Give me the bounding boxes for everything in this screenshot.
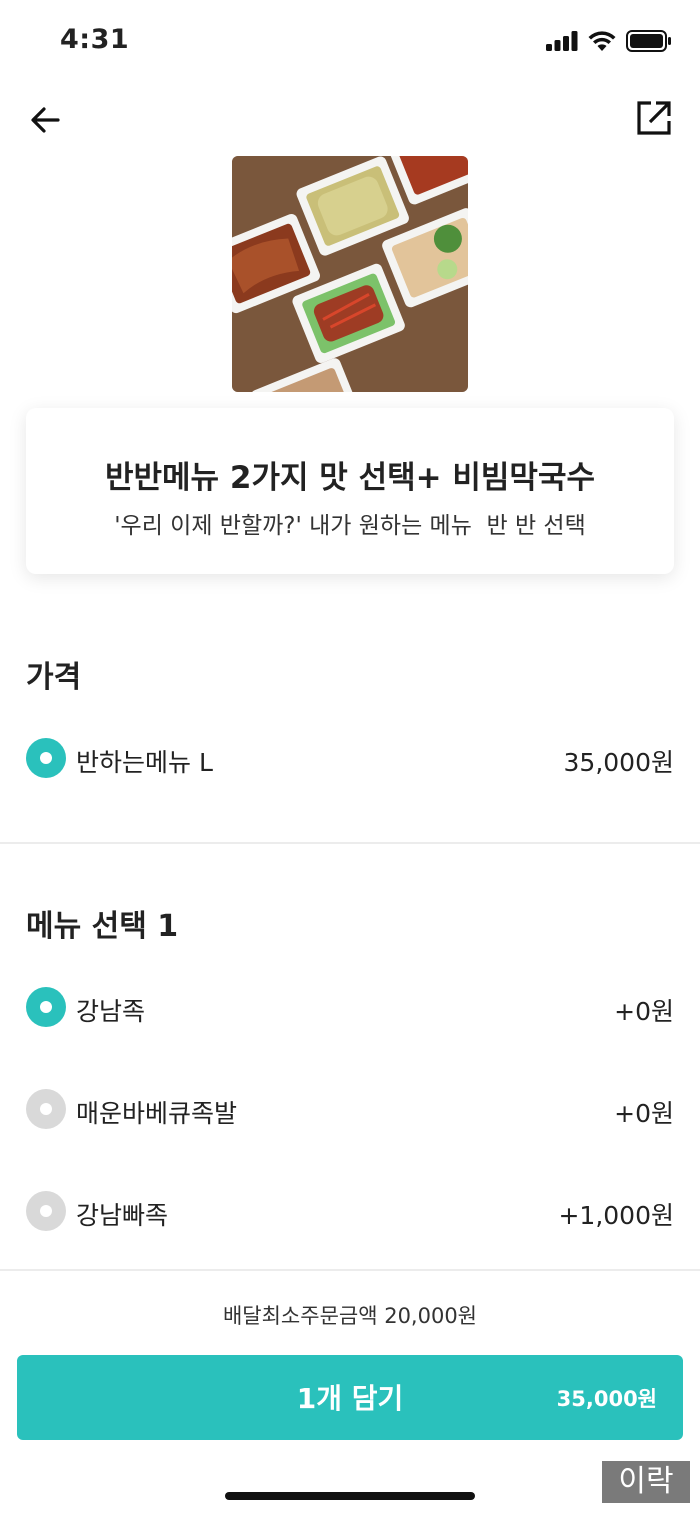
status-icons: [546, 30, 672, 52]
product-info-card: 반반메뉴 2가지 맛 선택+ 비빔막국수 '우리 이제 반할까?' 내가 원하는…: [26, 408, 674, 574]
product-title: 반반메뉴 2가지 맛 선택+ 비빔막국수: [105, 460, 595, 496]
wifi-icon: [588, 31, 616, 51]
menu-section-title: 메뉴 선택 1: [26, 909, 179, 944]
price-option-row[interactable]: 반하는메뉴 L 35,000원: [26, 737, 674, 781]
menu-option-row[interactable]: 강남빠족 +1,000원: [26, 1190, 674, 1234]
option-price: +1,000원: [558, 1201, 674, 1230]
cart-button-total: 35,000원: [556, 1387, 657, 1411]
price-section-title: 가격: [26, 660, 82, 695]
nav-bar: [0, 84, 700, 154]
radio-unselected-icon[interactable]: [26, 1191, 66, 1231]
share-external-icon: [637, 101, 671, 135]
radio-selected-icon[interactable]: [26, 987, 66, 1027]
option-label: 강남족: [76, 997, 146, 1026]
option-label: 강남빠족: [76, 1201, 169, 1230]
radio-unselected-icon[interactable]: [26, 1089, 66, 1129]
product-description: '우리 이제 반할까?' 내가 원하는 메뉴 반 반 선택: [114, 513, 586, 539]
back-button[interactable]: [26, 100, 66, 140]
product-image: [232, 156, 468, 392]
home-indicator: [225, 1492, 475, 1500]
option-price: 35,000원: [563, 748, 674, 777]
arrow-left-icon: [31, 107, 60, 133]
min-order-notice: 배달최소주문금액 20,000원: [222, 1304, 478, 1328]
option-price: +0원: [614, 1099, 674, 1128]
menu-option-row[interactable]: 강남족 +0원: [26, 986, 674, 1030]
status-time: 4:31: [60, 24, 130, 55]
food-photo: [232, 156, 468, 392]
cellular-signal-icon: [546, 31, 578, 51]
option-label: 매운바베큐족발: [76, 1099, 238, 1128]
battery-icon: [626, 30, 671, 52]
footer-divider: [0, 1269, 700, 1271]
section-divider: [0, 842, 700, 844]
share-button[interactable]: [636, 100, 672, 136]
add-to-cart-button[interactable]: 1개 담기 35,000원: [17, 1355, 683, 1440]
watermark: 이락: [602, 1461, 690, 1503]
option-label: 반하는메뉴 L: [76, 748, 213, 777]
menu-option-row[interactable]: 매운바베큐족발 +0원: [26, 1088, 674, 1132]
radio-selected-icon[interactable]: [26, 738, 66, 778]
status-bar: 4:31: [0, 0, 700, 84]
option-price: +0원: [614, 997, 674, 1026]
